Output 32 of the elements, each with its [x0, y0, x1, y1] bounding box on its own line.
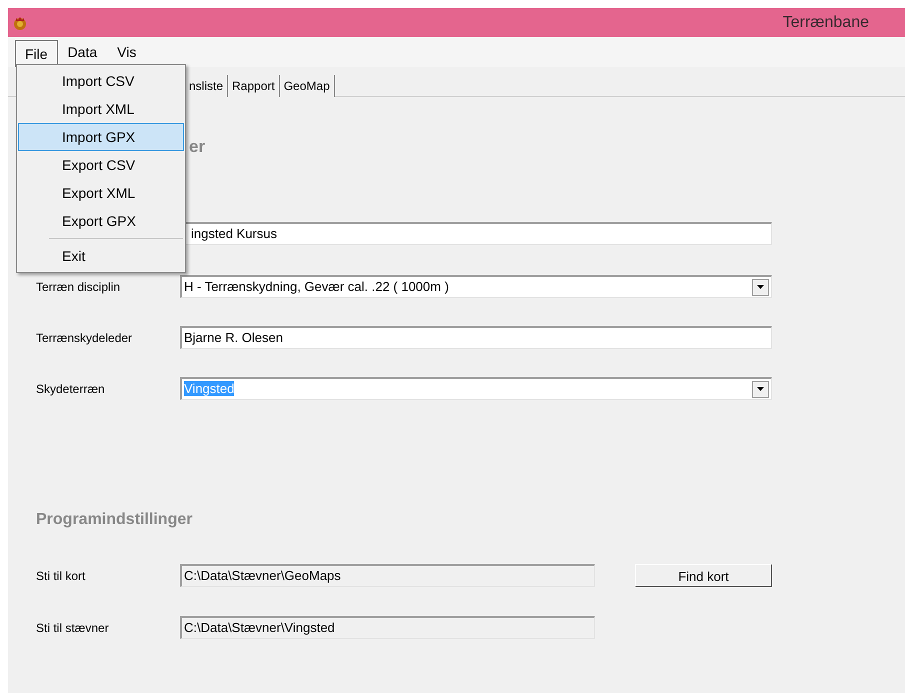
find-map-button[interactable]: Find kort [635, 564, 772, 587]
dropdown-button[interactable] [752, 278, 769, 296]
window-title: Terrænbane [782, 12, 869, 32]
menu-entry[interactable]: Export CSV [18, 151, 184, 179]
emblem-icon [12, 14, 28, 30]
field-label: Skydeterræn [36, 380, 106, 398]
tab[interactable]: GeoMap [280, 75, 335, 97]
menu-entry[interactable]: Export XML [18, 179, 184, 207]
menu-item[interactable]: Vis [107, 38, 146, 66]
menu-entry[interactable]: Import CSV [18, 67, 184, 95]
menu-entry[interactable]: Import XML [18, 95, 184, 123]
tab[interactable]: nsliste [185, 75, 228, 97]
input-field[interactable]: Bjarne R. Olesen [180, 326, 772, 349]
field-label: Terrænskydeleder [36, 330, 134, 346]
field-label: Sti til kort [36, 568, 86, 584]
field-value: H - Terrænskydning, Gevær cal. .22 ( 1000m ) [184, 279, 449, 294]
caret-icon [757, 387, 764, 391]
caret-icon [757, 285, 764, 289]
dropdown-field[interactable]: H - Terrænskydning, Gevær cal. .22 ( 1000m ) [180, 275, 772, 298]
field-label: Sti til stævner [36, 620, 110, 636]
menu-item[interactable]: Data [58, 38, 108, 66]
section-heading: Programindstillinger [36, 511, 192, 528]
section-heading: er [189, 137, 206, 156]
field-label: Terræn disciplin [36, 278, 122, 296]
path-field[interactable]: C:\Data\Stævner\Vingsted [180, 616, 595, 639]
menu-entry[interactable]: Exit [18, 242, 184, 270]
tab[interactable]: Rapport [228, 75, 280, 97]
path-field[interactable]: C:\Data\Stævner\GeoMaps [180, 564, 595, 587]
dropdown-button[interactable] [752, 380, 769, 398]
field-value: Bjarne R. Olesen [184, 329, 283, 348]
menu-entry[interactable]: Import GPX [18, 123, 184, 151]
field-value: Vingsted [184, 381, 234, 396]
